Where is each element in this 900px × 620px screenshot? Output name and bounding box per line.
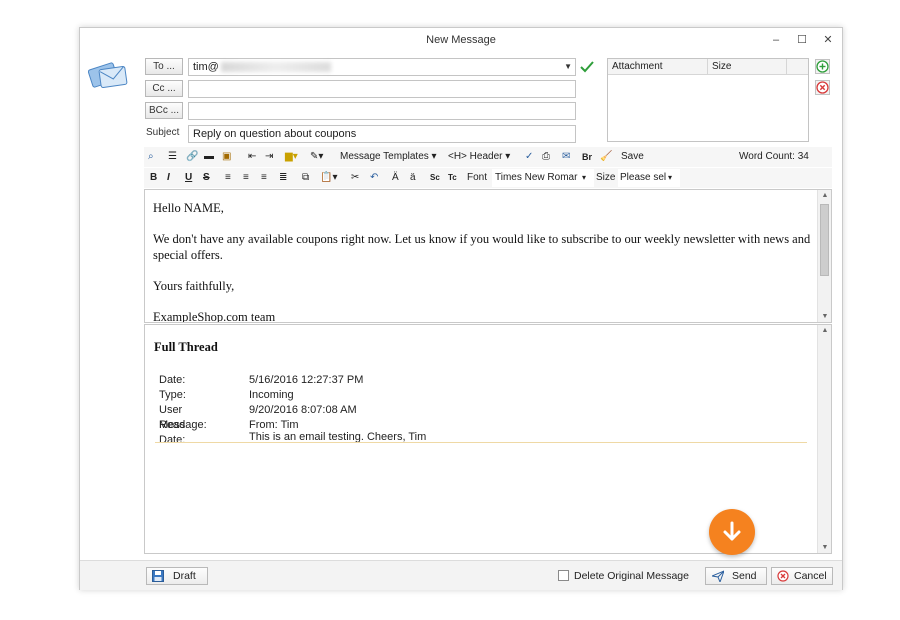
add-attachment-icon[interactable] bbox=[815, 59, 830, 74]
font-color-icon[interactable]: ✎▾ bbox=[310, 147, 323, 167]
cc-button[interactable]: Cc ... bbox=[145, 80, 183, 97]
type-label: Type: bbox=[159, 389, 186, 401]
save-button[interactable]: Save bbox=[621, 147, 644, 167]
email-icon[interactable]: ✉ bbox=[562, 147, 570, 167]
mail-app-icon bbox=[88, 62, 128, 88]
scroll-up-icon[interactable]: ▲ bbox=[818, 192, 831, 199]
copy-icon[interactable]: ⧉ bbox=[302, 168, 309, 188]
scroll-down-icon[interactable]: ▼ bbox=[818, 313, 831, 320]
editor-scrollbar[interactable]: ▲ ▼ bbox=[817, 190, 831, 322]
subject-label: Subject bbox=[146, 127, 180, 138]
floppy-disk-icon bbox=[152, 570, 164, 582]
header-menu[interactable]: <H> Header ▾ bbox=[448, 147, 510, 167]
find-icon[interactable]: ⌕ bbox=[148, 147, 154, 167]
title-case-button[interactable]: Tc bbox=[448, 168, 457, 188]
thread-title: Full Thread bbox=[154, 340, 218, 354]
check-icon bbox=[580, 61, 594, 73]
draft-button[interactable]: Draft bbox=[146, 567, 208, 585]
bcc-button[interactable]: BCc ... bbox=[145, 102, 183, 119]
thread-scroll-down-icon[interactable]: ▼ bbox=[818, 544, 832, 551]
editor-scroll-thumb[interactable] bbox=[820, 204, 829, 276]
delete-original-checkbox[interactable] bbox=[558, 570, 569, 581]
bold-button[interactable]: B bbox=[150, 168, 157, 188]
size-select-arrow-icon: ▾ bbox=[668, 173, 673, 182]
paste-icon[interactable]: 📋▾ bbox=[320, 168, 337, 188]
to-field-value: tim@ bbox=[193, 61, 219, 73]
font-select[interactable]: Times New Romar ▾ bbox=[492, 169, 594, 187]
type-value: Incoming bbox=[249, 389, 294, 401]
uppercase-icon[interactable]: Ä bbox=[392, 168, 399, 188]
cut-icon[interactable]: ✂ bbox=[351, 168, 359, 188]
title-bar: New Message – ☐ ✕ bbox=[80, 28, 842, 53]
justify-icon[interactable]: ≣ bbox=[279, 168, 287, 188]
word-count: Word Count: 34 bbox=[739, 151, 809, 162]
thread-scrollbar[interactable]: ▲ ▼ bbox=[817, 325, 831, 553]
to-button[interactable]: To ... bbox=[145, 58, 183, 75]
align-center-icon[interactable]: ≡ bbox=[243, 168, 249, 188]
read-date-value: 9/20/2016 8:07:08 AM bbox=[249, 404, 357, 416]
greeting-text: Hello NAME, bbox=[153, 201, 224, 215]
align-right-icon[interactable]: ≡ bbox=[261, 168, 267, 188]
download-badge[interactable] bbox=[709, 509, 755, 555]
formatting-toolbar-2: B I U S ≡ ≡ ≡ ≣ ⧉ 📋▾ ✂ ↶ Ä ä Sc Tc Font … bbox=[144, 168, 832, 188]
to-field[interactable]: tim@ ▼ bbox=[188, 58, 576, 76]
thread-separator bbox=[155, 442, 807, 443]
attachment-list[interactable]: Attachment Size bbox=[607, 58, 809, 142]
closing-text: Yours faithfully, bbox=[153, 279, 235, 293]
line-break-button[interactable]: Br bbox=[582, 147, 592, 167]
window-title: New Message bbox=[426, 34, 496, 46]
delete-original-label: Delete Original Message bbox=[574, 570, 689, 582]
body-paragraph: We don't have any available coupons righ… bbox=[153, 232, 811, 262]
clean-icon[interactable]: 🧹 bbox=[600, 147, 612, 167]
bullet-list-icon[interactable]: ☰ bbox=[168, 147, 177, 167]
align-left-icon[interactable]: ≡ bbox=[225, 168, 231, 188]
undo-icon[interactable]: ↶ bbox=[370, 168, 378, 188]
highlight-color-icon[interactable]: ▆▾ bbox=[285, 147, 298, 167]
to-dropdown-arrow-icon[interactable]: ▼ bbox=[564, 59, 572, 75]
size-column-header[interactable]: Size bbox=[712, 59, 731, 74]
signature-text: ExampleShop.com team bbox=[153, 310, 276, 323]
size-label: Size bbox=[596, 172, 616, 183]
bottom-bar: Draft Delete Original Message Send Cance… bbox=[80, 560, 842, 590]
message-editor[interactable]: Hello NAME, We don't have any available … bbox=[144, 189, 832, 323]
underline-button[interactable]: U bbox=[185, 168, 192, 188]
link-icon[interactable]: 🔗 bbox=[186, 147, 198, 167]
close-button[interactable]: ✕ bbox=[815, 28, 841, 53]
message-body-text[interactable]: Hello NAME, We don't have any available … bbox=[153, 200, 813, 323]
message-templates-menu[interactable]: Message Templates ▾ bbox=[340, 147, 437, 167]
arrow-down-icon bbox=[723, 521, 741, 541]
spellcheck-icon[interactable]: ✓ bbox=[525, 147, 533, 167]
size-select[interactable]: Please sel ▾ bbox=[618, 169, 680, 187]
maximize-button[interactable]: ☐ bbox=[789, 28, 815, 53]
date-value: 5/16/2016 12:27:37 PM bbox=[249, 374, 364, 386]
font-label: Font bbox=[467, 172, 488, 183]
formatting-toolbar-1: ⌕ ☰ 🔗 ▬ ▣ ⇤ ⇥ ▆▾ ✎▾ Message Templates ▾ … bbox=[144, 147, 832, 167]
indent-icon[interactable]: ⇥ bbox=[265, 147, 273, 167]
cancel-icon bbox=[777, 570, 789, 582]
message-label: Message: bbox=[159, 419, 207, 431]
attachment-list-header: Attachment Size bbox=[608, 59, 808, 75]
italic-button[interactable]: I bbox=[167, 168, 170, 188]
lowercase-icon[interactable]: ä bbox=[410, 168, 416, 188]
strikethrough-button[interactable]: S bbox=[203, 168, 210, 188]
redacted-address bbox=[220, 62, 331, 73]
insert-image-icon[interactable]: ▣ bbox=[222, 147, 231, 167]
outdent-icon[interactable]: ⇤ bbox=[248, 147, 256, 167]
cc-field[interactable] bbox=[188, 80, 576, 98]
cancel-button[interactable]: Cancel bbox=[771, 567, 833, 585]
minimize-button[interactable]: – bbox=[763, 28, 789, 53]
subject-field[interactable]: Reply on question about coupons bbox=[188, 125, 576, 143]
send-button[interactable]: Send bbox=[705, 567, 767, 585]
new-message-window: New Message – ☐ ✕ To ... tim@ ▼ Cc ... B… bbox=[79, 27, 843, 590]
thread-scroll-up-icon[interactable]: ▲ bbox=[818, 327, 832, 334]
date-label: Date: bbox=[159, 374, 186, 386]
paper-plane-icon bbox=[712, 570, 724, 582]
print-icon[interactable]: ⎙ bbox=[542, 147, 550, 167]
remove-attachment-icon[interactable] bbox=[815, 80, 830, 95]
attachment-column-header[interactable]: Attachment bbox=[612, 59, 663, 74]
small-caps-button[interactable]: Sc bbox=[430, 168, 440, 188]
font-select-arrow-icon: ▾ bbox=[582, 173, 587, 182]
horizontal-rule-icon[interactable]: ▬ bbox=[204, 147, 214, 167]
bcc-field[interactable] bbox=[188, 102, 576, 120]
